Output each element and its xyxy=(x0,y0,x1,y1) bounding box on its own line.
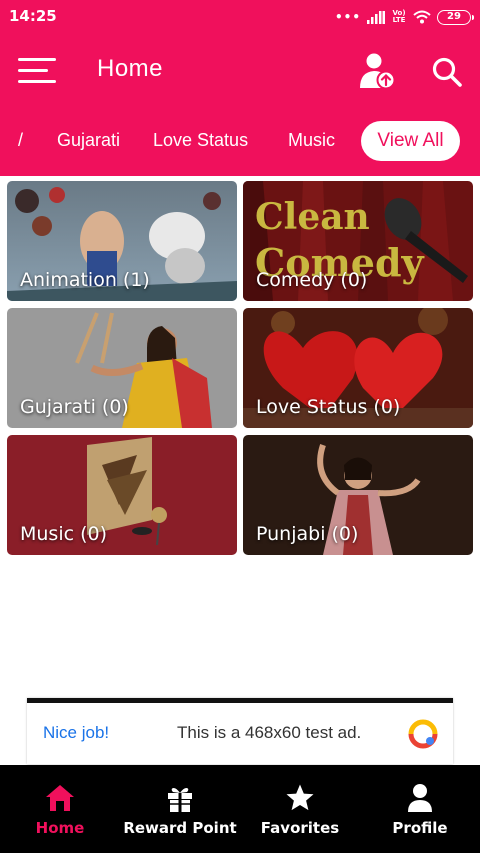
category-card-punjabi[interactable]: Punjabi (0) xyxy=(243,435,473,555)
tab-love-status[interactable]: Love Status xyxy=(153,130,248,151)
comedy-art-text-1: Clean xyxy=(255,196,370,238)
ad-banner[interactable]: Nice job! This is a 468x60 test ad. xyxy=(27,698,453,764)
user-upload-icon[interactable] xyxy=(360,52,396,90)
ad-cta-link[interactable]: Nice job! xyxy=(43,723,109,743)
nav-favorites[interactable]: Favorites xyxy=(240,765,360,853)
tab-gujarati[interactable]: Gujarati xyxy=(57,130,120,151)
app-root: 14:25 ••• Vo) LTE 29 Home / Gujarati Lov… xyxy=(0,0,480,853)
category-card-love-status[interactable]: Love Status (0) xyxy=(243,308,473,428)
signal-icon xyxy=(367,10,385,24)
category-label: Love Status (0) xyxy=(256,396,401,418)
category-card-animation[interactable]: Animation (1) xyxy=(7,181,237,301)
volte-icon: Vo) LTE xyxy=(392,9,406,24)
home-icon xyxy=(46,785,74,811)
category-card-music[interactable]: Music (0) xyxy=(7,435,237,555)
view-all-button[interactable]: View All xyxy=(361,121,460,161)
tab-partial[interactable]: / xyxy=(18,130,23,151)
star-icon xyxy=(286,784,314,811)
battery-icon: 29 xyxy=(437,9,474,25)
category-card-gujarati[interactable]: Gujarati (0) xyxy=(7,308,237,428)
nav-profile[interactable]: Profile xyxy=(360,765,480,853)
search-icon[interactable] xyxy=(431,56,463,88)
nav-home-label: Home xyxy=(35,819,85,837)
status-time: 14:25 xyxy=(9,7,57,25)
category-tabs: / Gujarati Love Status Music View All xyxy=(0,104,480,176)
app-bar: Home xyxy=(0,36,480,104)
ad-logo-icon xyxy=(408,719,438,749)
page-title: Home xyxy=(97,55,164,82)
status-bar: 14:25 ••• Vo) LTE 29 xyxy=(0,0,480,36)
person-icon xyxy=(408,784,432,812)
gift-icon xyxy=(168,787,192,812)
tab-music[interactable]: Music xyxy=(288,130,335,151)
notification-dots-icon: ••• xyxy=(334,10,361,24)
bottom-navigation: Home Reward Point Favorites Profile xyxy=(0,765,480,853)
category-label: Gujarati (0) xyxy=(20,396,129,418)
ad-text: This is a 468x60 test ad. xyxy=(177,723,362,742)
category-label: Music (0) xyxy=(20,523,108,545)
nav-reward-point-label: Reward Point xyxy=(123,819,237,837)
menu-icon[interactable] xyxy=(18,58,56,84)
nav-profile-label: Profile xyxy=(392,819,448,837)
status-icons: ••• Vo) LTE 29 xyxy=(334,8,474,26)
category-label: Punjabi (0) xyxy=(256,523,359,545)
category-label: Comedy (0) xyxy=(256,269,368,291)
category-card-comedy[interactable]: Clean Comedy Comedy (0) xyxy=(243,181,473,301)
nav-reward-point[interactable]: Reward Point xyxy=(120,765,240,853)
wifi-icon xyxy=(413,10,431,24)
nav-home[interactable]: Home xyxy=(0,765,120,853)
nav-favorites-label: Favorites xyxy=(260,819,340,837)
category-label: Animation (1) xyxy=(20,269,150,291)
